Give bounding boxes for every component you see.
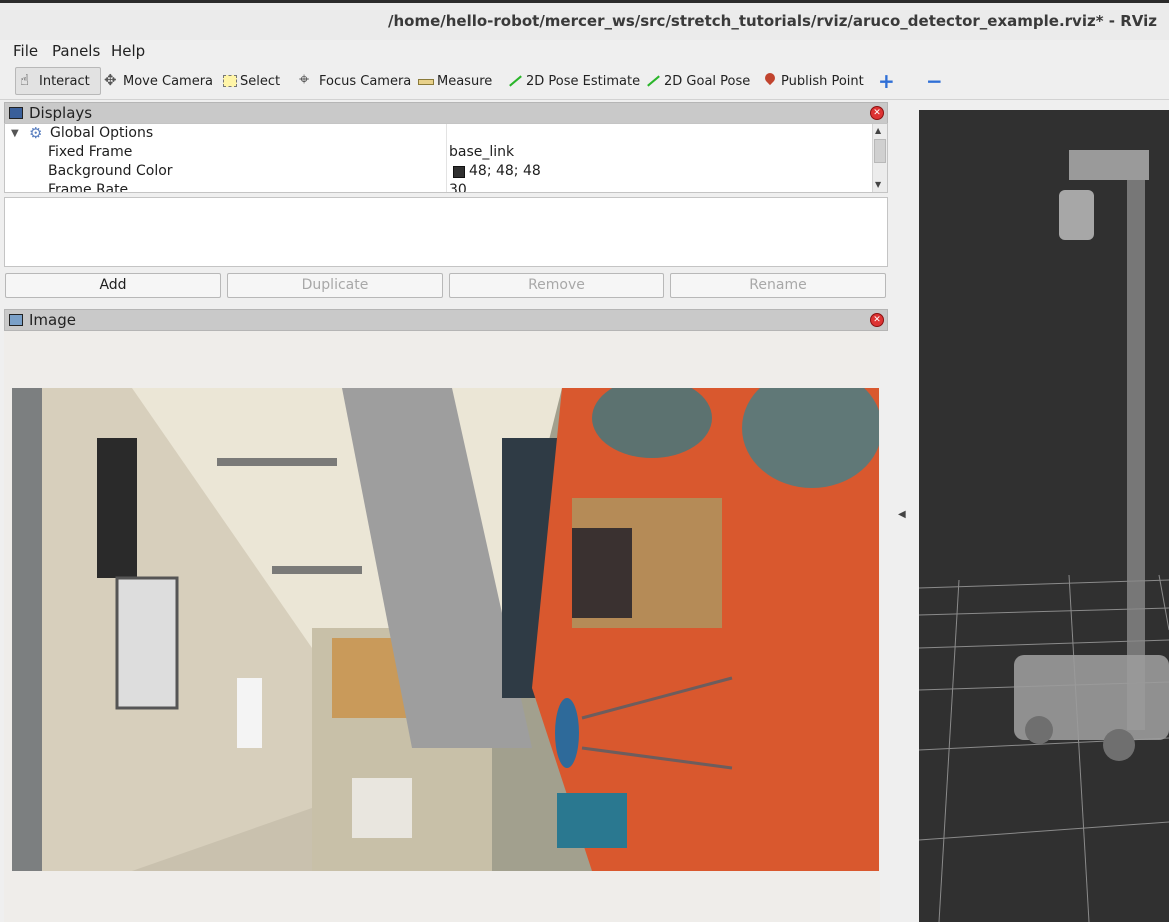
- title-bar: /home/hello-robot/mercer_ws/src/stretch_…: [0, 0, 1169, 40]
- menu-file[interactable]: File: [13, 42, 38, 60]
- scroll-thumb[interactable]: [874, 139, 886, 163]
- goal-pose-tool-button[interactable]: 2D Goal Pose: [645, 67, 750, 95]
- menu-panels[interactable]: Panels: [52, 42, 100, 60]
- monitor-icon: [9, 107, 23, 119]
- collapse-arrow-icon[interactable]: ◀: [898, 509, 906, 520]
- green-arrow-icon: [645, 73, 661, 89]
- tree-row-global-options[interactable]: ▼ ⚙ Global Options: [5, 124, 873, 144]
- tree-row-fixed-frame[interactable]: Fixed Frame base_link: [5, 144, 873, 163]
- background-color-value[interactable]: 48; 48; 48: [469, 163, 541, 179]
- focus-camera-label: Focus Camera: [319, 73, 412, 89]
- map-pin-icon: [762, 73, 778, 89]
- move-camera-label: Move Camera: [123, 73, 214, 89]
- tree-scrollbar[interactable]: ▲ ▼: [872, 124, 887, 192]
- pose-estimate-tool-button[interactable]: 2D Pose Estimate: [507, 67, 640, 95]
- global-options-label: Global Options: [50, 125, 154, 141]
- displays-panel-header: Displays ✕: [4, 102, 888, 124]
- frame-rate-value[interactable]: 30: [449, 182, 467, 192]
- gear-icon: ⚙: [29, 124, 43, 142]
- interact-tool-button[interactable]: Interact: [15, 67, 101, 95]
- image-icon: [9, 314, 23, 326]
- goal-pose-label: 2D Goal Pose: [664, 73, 751, 89]
- select-tool-button[interactable]: Select: [223, 67, 280, 95]
- hand-pointer-icon: [20, 71, 36, 89]
- add-tool-button[interactable]: +: [878, 67, 895, 95]
- displays-title: Displays: [29, 104, 93, 122]
- move-arrows-icon: [104, 71, 120, 89]
- remove-tool-button[interactable]: −: [926, 67, 943, 95]
- ruler-icon: [418, 79, 434, 85]
- selection-box-icon: [223, 75, 237, 87]
- frame-rate-label: Frame Rate: [48, 182, 129, 193]
- close-icon[interactable]: ✕: [870, 313, 884, 327]
- camera-image-drawing: [12, 388, 879, 871]
- tool-toolbar: Interact Move Camera Select Focus Camera…: [0, 62, 1169, 100]
- green-arrow-icon: [507, 73, 523, 89]
- move-camera-tool-button[interactable]: Move Camera: [104, 67, 213, 95]
- tree-row-background-color[interactable]: Background Color 48; 48; 48: [5, 163, 873, 182]
- 3d-viewport[interactable]: [919, 110, 1169, 922]
- rename-button[interactable]: Rename: [670, 273, 886, 298]
- description-box: [4, 197, 888, 267]
- displays-tree: ▼ ⚙ Global Options Fixed Frame base_link…: [4, 123, 888, 193]
- menu-bar: File Panels Help: [0, 40, 1169, 62]
- background-color-label: Background Color: [48, 163, 173, 179]
- fixed-frame-label: Fixed Frame: [48, 144, 133, 160]
- focus-camera-tool-button[interactable]: Focus Camera: [299, 67, 412, 95]
- tree-row-frame-rate[interactable]: Frame Rate 30: [5, 182, 873, 193]
- fixed-frame-value[interactable]: base_link: [449, 144, 514, 160]
- close-icon[interactable]: ✕: [870, 106, 884, 120]
- scroll-up-icon[interactable]: ▲: [875, 126, 881, 135]
- camera-image: [12, 388, 879, 871]
- measure-label: Measure: [437, 73, 493, 89]
- remove-button[interactable]: Remove: [449, 273, 664, 298]
- crosshair-icon: [299, 69, 316, 90]
- publish-point-tool-button[interactable]: Publish Point: [762, 67, 864, 95]
- add-button[interactable]: Add: [5, 273, 221, 298]
- measure-tool-button[interactable]: Measure: [418, 67, 492, 95]
- robot-model-drawing: [919, 150, 1169, 922]
- scroll-down-icon[interactable]: ▼: [875, 180, 881, 189]
- image-title: Image: [29, 311, 76, 329]
- window-title: /home/hello-robot/mercer_ws/src/stretch_…: [388, 12, 1157, 30]
- publish-point-label: Publish Point: [781, 73, 864, 89]
- menu-help[interactable]: Help: [111, 42, 145, 60]
- select-label: Select: [240, 73, 281, 89]
- interact-label: Interact: [39, 73, 90, 89]
- image-panel-header: Image ✕: [4, 309, 888, 331]
- color-swatch[interactable]: [453, 166, 465, 178]
- pose-estimate-label: 2D Pose Estimate: [526, 73, 641, 89]
- chevron-down-icon[interactable]: ▼: [11, 128, 19, 139]
- duplicate-button[interactable]: Duplicate: [227, 273, 443, 298]
